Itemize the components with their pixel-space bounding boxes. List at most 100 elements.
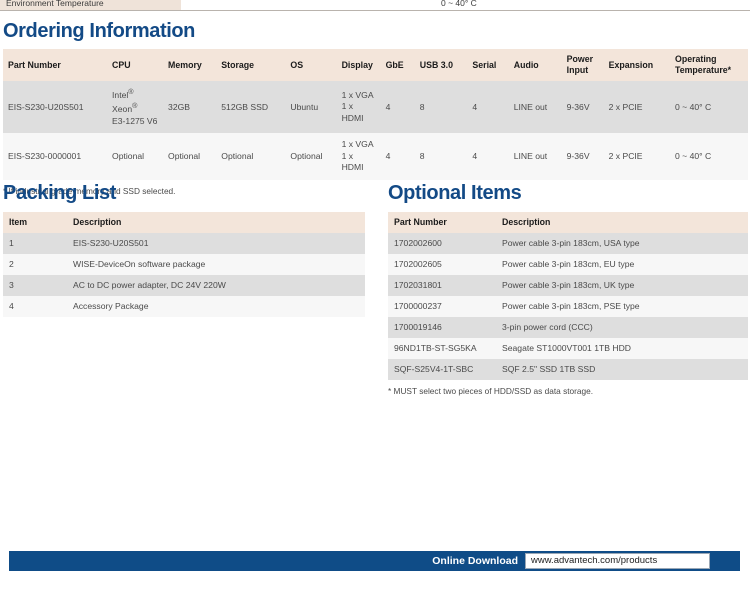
online-download-label: Online Download xyxy=(432,555,518,567)
cell-part-number: 96ND1TB-ST-SG5KA xyxy=(388,338,496,359)
col-header-cpu: CPU xyxy=(107,49,164,81)
cell-description: Power cable 3-pin 183cm, UK type xyxy=(496,275,748,296)
cell-os: Optional xyxy=(285,133,337,180)
cell-description: Power cable 3-pin 183cm, USA type xyxy=(496,233,748,254)
cell-part-number: 1702031801 xyxy=(388,275,496,296)
cell-part-number: 1700000237 xyxy=(388,296,496,317)
cell-part-number: SQF-S25V4-1T-SBC xyxy=(388,359,496,380)
cell-part-number: 1702002600 xyxy=(388,233,496,254)
cell-item: 3 xyxy=(3,275,67,296)
table-row: 96ND1TB-ST-SG5KA Seagate ST1000VT001 1TB… xyxy=(388,338,748,359)
cell-description: SQF 2.5" SSD 1TB SSD xyxy=(496,359,748,380)
cell-item: 2 xyxy=(3,254,67,275)
table-row: EIS-S230-U20S501 Intel® Xeon® E3-1275 V6 … xyxy=(3,81,748,134)
packing-list-table: Item Description 1 EIS-S230-U20S501 2 WI… xyxy=(3,212,365,317)
cell-description: EIS-S230-U20S501 xyxy=(67,233,365,254)
col-header-audio: Audio xyxy=(508,49,562,81)
packing-table-body: 1 EIS-S230-U20S501 2 WISE-DeviceOn softw… xyxy=(3,233,365,317)
ordering-header-row: Part Number CPU Memory Storage OS Displa… xyxy=(3,49,748,81)
table-row: 1702031801 Power cable 3-pin 183cm, UK t… xyxy=(388,275,748,296)
cell-audio: LINE out xyxy=(508,81,562,134)
cell-item: 1 xyxy=(3,233,67,254)
col-header-description: Description xyxy=(496,212,748,233)
table-row: 2 WISE-DeviceOn software package xyxy=(3,254,365,275)
cell-display: 1 x VGA 1 x HDMI xyxy=(336,81,381,134)
col-header-item: Item xyxy=(3,212,67,233)
cell-description: WISE-DeviceOn software package xyxy=(67,254,365,275)
cell-expansion: 2 x PCIE xyxy=(603,133,670,180)
cell-power-input: 9-36V xyxy=(561,133,604,180)
optional-header-row: Part Number Description xyxy=(388,212,748,233)
table-row: 4 Accessory Package xyxy=(3,296,365,317)
download-url-field[interactable]: www.advantech.com/products xyxy=(525,553,710,569)
cell-memory: Optional xyxy=(163,133,217,180)
col-header-display: Display xyxy=(336,49,381,81)
col-header-memory: Memory xyxy=(163,49,217,81)
packing-table-head: Item Description xyxy=(3,212,365,233)
truncated-spec-row: Environment Temperature 0 ~ 40° C xyxy=(0,0,750,11)
col-header-os: OS xyxy=(285,49,337,81)
packing-header-row: Item Description xyxy=(3,212,365,233)
table-row: 1 EIS-S230-U20S501 xyxy=(3,233,365,254)
cell-part-number: 1700019146 xyxy=(388,317,496,338)
cell-operating-temperature: 0 ~ 40° C xyxy=(670,133,748,180)
cell-operating-temperature: 0 ~ 40° C xyxy=(670,81,748,134)
table-row: 1700000237 Power cable 3-pin 183cm, PSE … xyxy=(388,296,748,317)
cell-description: Power cable 3-pin 183cm, EU type xyxy=(496,254,748,275)
table-row: EIS-S230-0000001 Optional Optional Optio… xyxy=(3,133,748,180)
col-header-power-input: Power Input xyxy=(561,49,604,81)
cell-item: 4 xyxy=(3,296,67,317)
cell-description: Power cable 3-pin 183cm, PSE type xyxy=(496,296,748,317)
truncated-spec-label: Environment Temperature xyxy=(0,0,181,10)
ordering-information-title: Ordering Information xyxy=(3,20,196,42)
footer-bar: Online Download www.advantech.com/produc… xyxy=(9,551,740,571)
optional-items-table: Part Number Description 1702002600 Power… xyxy=(388,212,748,380)
optional-table-head: Part Number Description xyxy=(388,212,748,233)
cell-expansion: 2 x PCIE xyxy=(603,81,670,134)
optional-items-title: Optional Items xyxy=(388,182,522,204)
cell-storage: Optional xyxy=(216,133,286,180)
cell-usb30: 8 xyxy=(414,133,468,180)
cell-cpu: Optional xyxy=(107,133,164,180)
cell-description: AC to DC power adapter, DC 24V 220W xyxy=(67,275,365,296)
table-row: 1702002600 Power cable 3-pin 183cm, USA … xyxy=(388,233,748,254)
truncated-spec-value: 0 ~ 40° C xyxy=(181,0,750,10)
table-row: SQF-S25V4-1T-SBC SQF 2.5" SSD 1TB SSD xyxy=(388,359,748,380)
ordering-information-table: Part Number CPU Memory Storage OS Displa… xyxy=(3,49,748,180)
col-header-expansion: Expansion xyxy=(603,49,670,81)
cell-description: Seagate ST1000VT001 1TB HDD xyxy=(496,338,748,359)
ordering-information-section: Ordering Information Part Number CPU Mem… xyxy=(3,20,748,196)
table-row: 3 AC to DC power adapter, DC 24V 220W xyxy=(3,275,365,296)
cell-gbe: 4 xyxy=(380,81,415,134)
table-row: 1702002605 Power cable 3-pin 183cm, EU t… xyxy=(388,254,748,275)
cell-description: Accessory Package xyxy=(67,296,365,317)
ordering-table-body: EIS-S230-U20S501 Intel® Xeon® E3-1275 V6 … xyxy=(3,81,748,180)
cell-description: 3-pin power cord (CCC) xyxy=(496,317,748,338)
table-row: 1700019146 3-pin power cord (CCC) xyxy=(388,317,748,338)
cell-serial: 4 xyxy=(467,81,509,134)
col-header-part-number: Part Number xyxy=(388,212,496,233)
optional-items-section: Optional Items Part Number Description 1… xyxy=(388,182,748,396)
cell-audio: LINE out xyxy=(508,133,562,180)
cell-serial: 4 xyxy=(467,133,509,180)
cell-usb30: 8 xyxy=(414,81,468,134)
optional-items-footnote: * MUST select two pieces of HDD/SSD as d… xyxy=(388,386,594,396)
ordering-table-head: Part Number CPU Memory Storage OS Displa… xyxy=(3,49,748,81)
col-header-gbe: GbE xyxy=(380,49,415,81)
cell-memory: 32GB xyxy=(163,81,217,134)
cell-cpu: Intel® Xeon® E3-1275 V6 xyxy=(107,81,164,134)
packing-list-title: Packing List xyxy=(3,182,117,204)
col-header-operating-temperature: Operating Temperature* xyxy=(670,49,748,81)
cell-storage: 512GB SSD xyxy=(216,81,286,134)
optional-table-body: 1702002600 Power cable 3-pin 183cm, USA … xyxy=(388,233,748,380)
col-header-part-number: Part Number xyxy=(3,49,108,81)
cell-part-number: 1702002605 xyxy=(388,254,496,275)
cell-gbe: 4 xyxy=(380,133,415,180)
packing-list-section: Packing List Item Description 1 EIS-S230… xyxy=(3,182,365,317)
cell-part-number: EIS-S230-U20S501 xyxy=(3,81,108,134)
col-header-serial: Serial xyxy=(467,49,509,81)
col-header-usb30: USB 3.0 xyxy=(414,49,468,81)
cell-os: Ubuntu xyxy=(285,81,337,134)
col-header-description: Description xyxy=(67,212,365,233)
col-header-storage: Storage xyxy=(216,49,286,81)
